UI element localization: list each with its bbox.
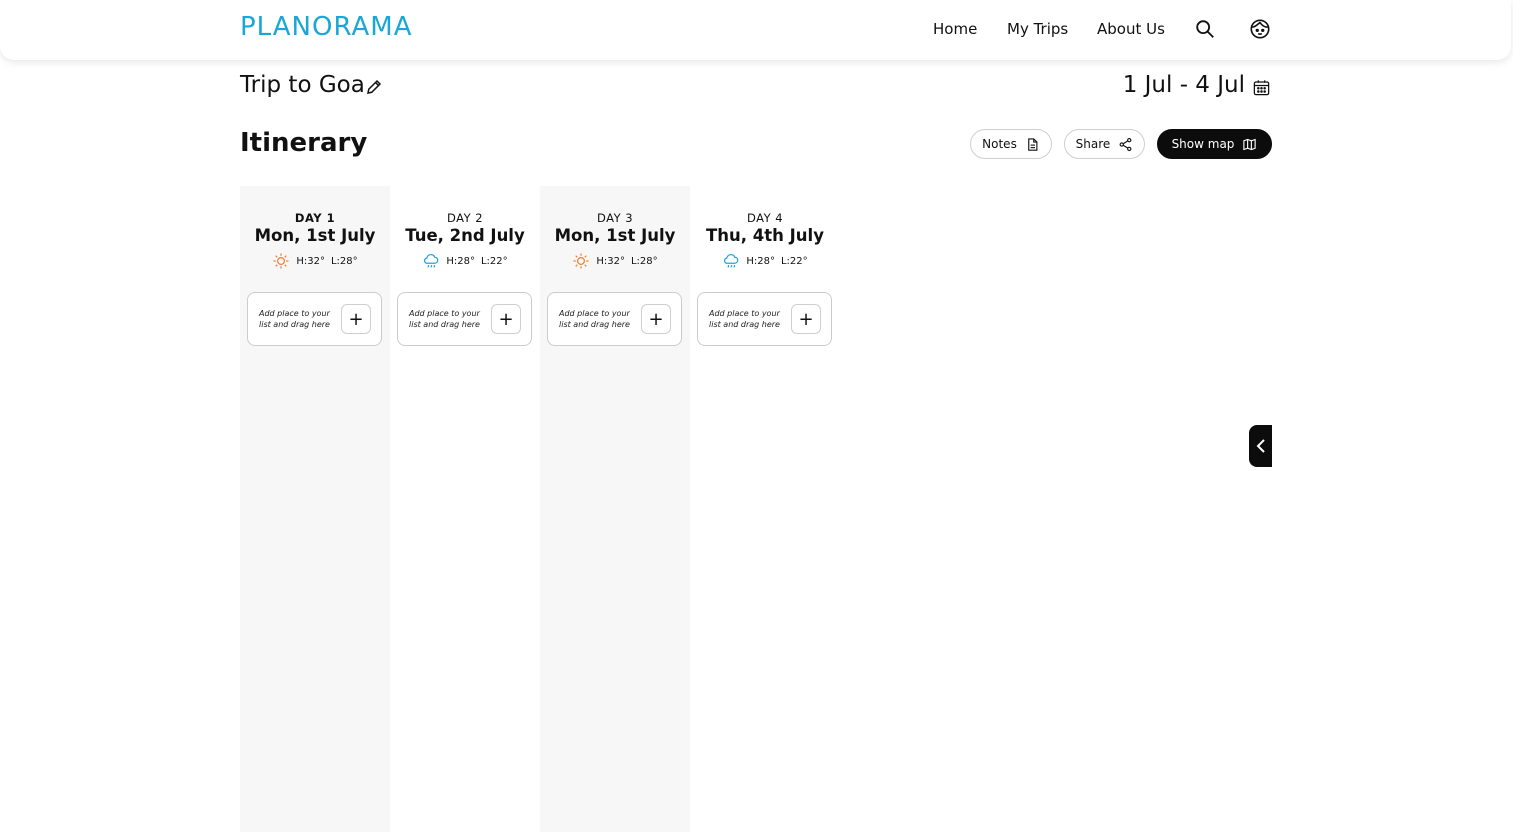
weather-info: H:28° L:22° bbox=[690, 252, 840, 270]
notes-button-label: Notes bbox=[982, 137, 1017, 151]
add-place-hint: Add place to your list and drag here bbox=[409, 309, 480, 329]
day-date: Mon, 1st July bbox=[554, 226, 676, 245]
profile-face-icon[interactable] bbox=[1249, 18, 1271, 40]
trip-title: Trip to Goa bbox=[240, 72, 365, 98]
itinerary-heading: Itinerary bbox=[240, 128, 368, 158]
planorama-logo[interactable]: PLANORAMA bbox=[240, 12, 412, 44]
day-label: DAY 2 bbox=[446, 211, 484, 225]
share-button-label: Share bbox=[1075, 137, 1111, 151]
temp-low: L:28° bbox=[630, 255, 658, 267]
show-map-button-label: Show map bbox=[1171, 137, 1235, 151]
nav-about-us-link[interactable]: About Us bbox=[1097, 20, 1165, 38]
add-place-hint: Add place to your list and drag here bbox=[709, 309, 780, 329]
plus-icon: + bbox=[648, 308, 664, 330]
add-place-card[interactable]: Add place to your list and drag here + bbox=[397, 292, 532, 346]
add-place-button[interactable]: + bbox=[341, 304, 371, 334]
plus-icon: + bbox=[498, 308, 514, 330]
trip-date-range[interactable]: 1 Jul - 4 Jul bbox=[1123, 72, 1245, 98]
add-place-hint: Add place to your list and drag here bbox=[259, 309, 330, 329]
add-place-button[interactable]: + bbox=[641, 304, 671, 334]
document-icon bbox=[1028, 137, 1038, 151]
day-label: DAY 4 bbox=[746, 211, 784, 225]
plus-icon: + bbox=[798, 308, 814, 330]
notes-button[interactable]: Notes bbox=[970, 129, 1052, 159]
sun-icon bbox=[573, 253, 589, 269]
temp-high: H:28° bbox=[446, 255, 475, 267]
nav-my-trips-link[interactable]: My Trips bbox=[1007, 20, 1068, 38]
add-place-card[interactable]: Add place to your list and drag here + bbox=[547, 292, 682, 346]
share-icon bbox=[1119, 137, 1132, 151]
day-label: DAY 3 bbox=[596, 211, 634, 225]
temp-high: H:28° bbox=[746, 255, 775, 267]
add-place-card[interactable]: Add place to your list and drag here + bbox=[697, 292, 832, 346]
show-map-button[interactable]: Show map bbox=[1157, 129, 1272, 159]
day-column-4: DAY 4 Thu, 4th July H:28° L:22° Add plac… bbox=[690, 186, 840, 832]
share-button[interactable]: Share bbox=[1064, 129, 1145, 159]
chevron-left-icon bbox=[1256, 439, 1265, 453]
day-label: DAY 1 bbox=[294, 211, 336, 225]
search-icon[interactable] bbox=[1194, 18, 1216, 40]
map-icon bbox=[1243, 138, 1257, 150]
weather-info: H:28° L:22° bbox=[390, 252, 540, 270]
day-date: Tue, 2nd July bbox=[405, 226, 525, 245]
day-column-3: DAY 3 Mon, 1st July H:32° L:28° Add plac… bbox=[540, 186, 690, 832]
temp-low: L:22° bbox=[780, 255, 808, 267]
calendar-icon[interactable] bbox=[1252, 78, 1271, 97]
day-date: Mon, 1st July bbox=[254, 226, 376, 245]
temp-low: L:28° bbox=[330, 255, 358, 267]
temp-low: L:22° bbox=[480, 255, 508, 267]
top-navbar: PLANORAMA Home My Trips About Us bbox=[0, 0, 1511, 60]
add-place-button[interactable]: + bbox=[791, 304, 821, 334]
day-column-1: DAY 1 Mon, 1st July H:32° L:28° Add plac… bbox=[240, 186, 390, 832]
temp-high: H:32° bbox=[296, 255, 325, 267]
add-place-card[interactable]: Add place to your list and drag here + bbox=[247, 292, 382, 346]
temp-high: H:32° bbox=[596, 255, 625, 267]
add-place-button[interactable]: + bbox=[491, 304, 521, 334]
plus-icon: + bbox=[348, 308, 364, 330]
add-place-hint: Add place to your list and drag here bbox=[559, 309, 630, 329]
weather-info: H:32° L:28° bbox=[540, 252, 690, 270]
sun-icon bbox=[273, 253, 289, 269]
edit-pencil-icon[interactable] bbox=[365, 78, 383, 96]
day-date: Thu, 4th July bbox=[706, 226, 824, 245]
rain-cloud-icon bbox=[424, 254, 439, 268]
collapse-panel-tab[interactable] bbox=[1249, 425, 1272, 467]
weather-info: H:32° L:28° bbox=[240, 252, 390, 270]
rain-cloud-icon bbox=[724, 254, 739, 268]
day-column-2: DAY 2 Tue, 2nd July H:28° L:22° Add plac… bbox=[390, 186, 540, 832]
nav-home-link[interactable]: Home bbox=[933, 20, 977, 38]
